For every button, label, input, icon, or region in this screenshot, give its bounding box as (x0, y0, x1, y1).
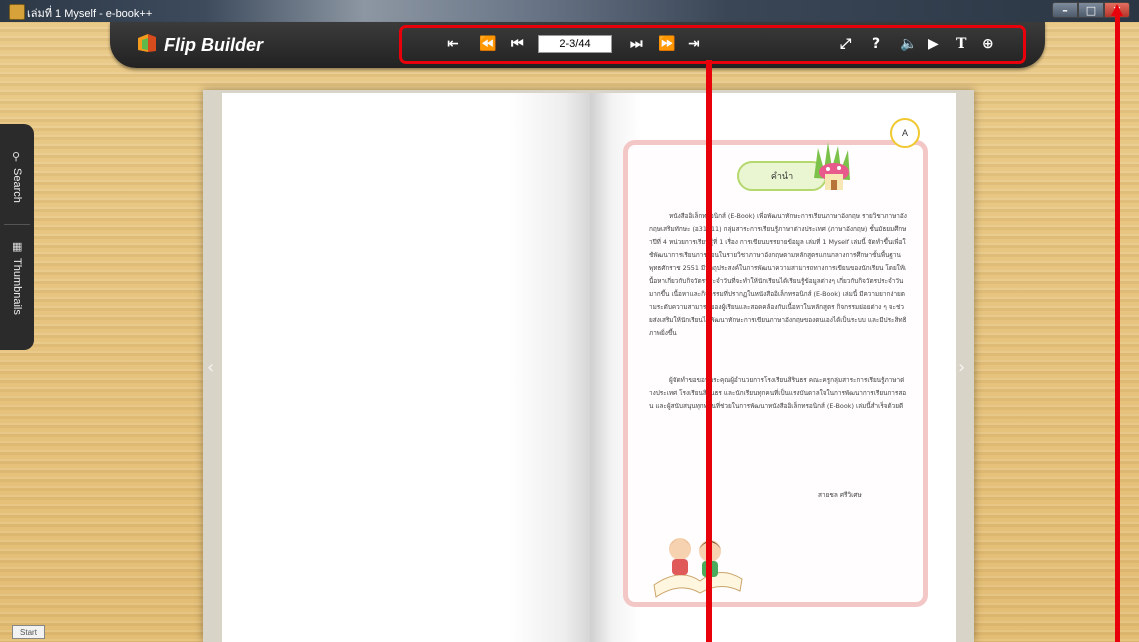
side-tab-divider (4, 224, 30, 225)
annotation-line-close (1115, 14, 1120, 642)
left-page[interactable] (222, 93, 590, 642)
maximize-button[interactable]: □ (1078, 2, 1104, 18)
side-tab-panel: ⚲ Search ▦ Thumbnails (0, 124, 34, 350)
unit-badge: A (890, 118, 920, 148)
start-button[interactable]: Start (12, 625, 45, 639)
window-title-bar: เล่มที่ 1 Myself - e-book++ – □ ✕ (0, 0, 1139, 22)
preface-paragraph-2: ผู้จัดทำขอขอบพระคุณผู้อำนวยการโรงเรียนสิ… (649, 376, 907, 410)
next-page-arrow-icon[interactable]: › (958, 357, 965, 378)
kids-reading-illustration (653, 538, 743, 598)
thumbnails-tab[interactable]: Thumbnails (11, 258, 23, 315)
mushroom-house-illustration (814, 142, 850, 190)
annotation-arrowhead (1111, 4, 1123, 16)
previous-page-arrow-icon[interactable]: ‹ (207, 357, 214, 378)
search-tab[interactable]: Search (11, 168, 23, 203)
author-signature: สายชล ศรีวิเศษ (818, 491, 862, 499)
search-icon[interactable]: ⚲ (12, 150, 20, 163)
preface-paragraph-1: หนังสืออิเล็กทรอนิกส์ (E-Book) เพื่อพัฒน… (649, 212, 907, 337)
thumbnails-icon[interactable]: ▦ (12, 240, 22, 253)
window-title: เล่มที่ 1 Myself - e-book++ (27, 8, 153, 20)
app-icon (9, 4, 25, 20)
flip-builder-logo-icon (138, 34, 156, 52)
brand-name: Flip Builder (164, 35, 263, 55)
minimize-button[interactable]: – (1052, 2, 1078, 18)
annotation-line-toolbar (706, 60, 712, 642)
annotation-highlight-box (399, 25, 1026, 64)
